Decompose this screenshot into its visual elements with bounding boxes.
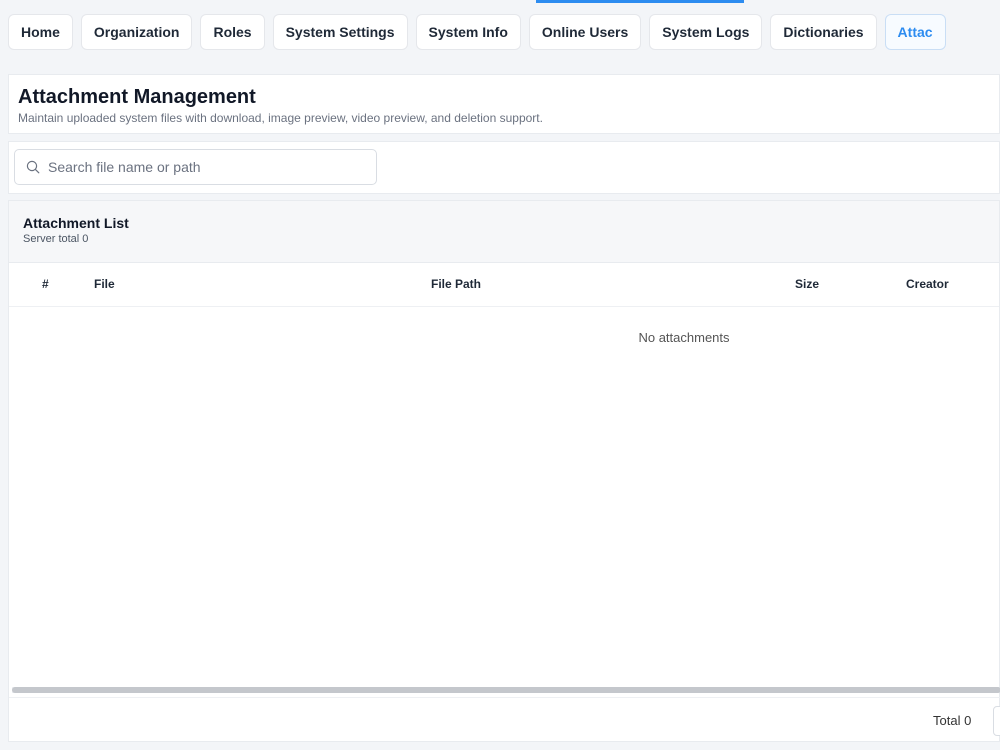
empty-state-message: No attachments — [638, 330, 730, 345]
active-page-indicator — [536, 0, 744, 3]
column-header-index[interactable]: # — [42, 277, 49, 291]
search-box[interactable] — [14, 149, 377, 185]
tab-online-users[interactable]: Online Users — [528, 14, 642, 50]
tab-home[interactable]: Home — [8, 14, 73, 50]
tab-attachments[interactable]: Attac — [884, 14, 946, 50]
tab-dictionaries[interactable]: Dictionaries — [770, 14, 877, 50]
attachment-list-panel: Attachment List Server total 0 # File Fi… — [8, 200, 1000, 742]
list-header: Attachment List Server total 0 — [9, 201, 999, 263]
search-panel — [8, 141, 1000, 194]
tab-organization[interactable]: Organization — [80, 14, 193, 50]
list-title: Attachment List — [23, 215, 129, 231]
tab-system-info[interactable]: System Info — [415, 14, 521, 50]
horizontal-scrollbar[interactable] — [12, 687, 1000, 693]
column-header-creator[interactable]: Creator — [906, 277, 949, 291]
total-count: Total 0 — [933, 713, 972, 728]
tab-roles[interactable]: Roles — [200, 14, 265, 50]
table-header: # File File Path Size Creator — [9, 263, 999, 307]
list-count: Server total 0 — [23, 233, 89, 245]
scrollbar-thumb[interactable] — [12, 687, 1000, 693]
column-header-size[interactable]: Size — [795, 277, 819, 291]
page-size-select[interactable] — [993, 706, 1000, 736]
page-title: Attachment Management — [18, 86, 256, 108]
tab-bar: Home Organization Roles System Settings … — [8, 14, 1000, 50]
page-subtitle: Maintain uploaded system files with down… — [18, 111, 543, 125]
search-icon — [26, 160, 40, 174]
search-input[interactable] — [48, 159, 368, 175]
tab-system-logs[interactable]: System Logs — [649, 14, 763, 50]
column-header-file-path[interactable]: File Path — [431, 277, 481, 291]
column-header-file[interactable]: File — [94, 277, 115, 291]
pagination-bar: Total 0 — [9, 697, 1000, 743]
page-header: Attachment Management Maintain uploaded … — [8, 74, 1000, 134]
tab-system-settings[interactable]: System Settings — [272, 14, 408, 50]
